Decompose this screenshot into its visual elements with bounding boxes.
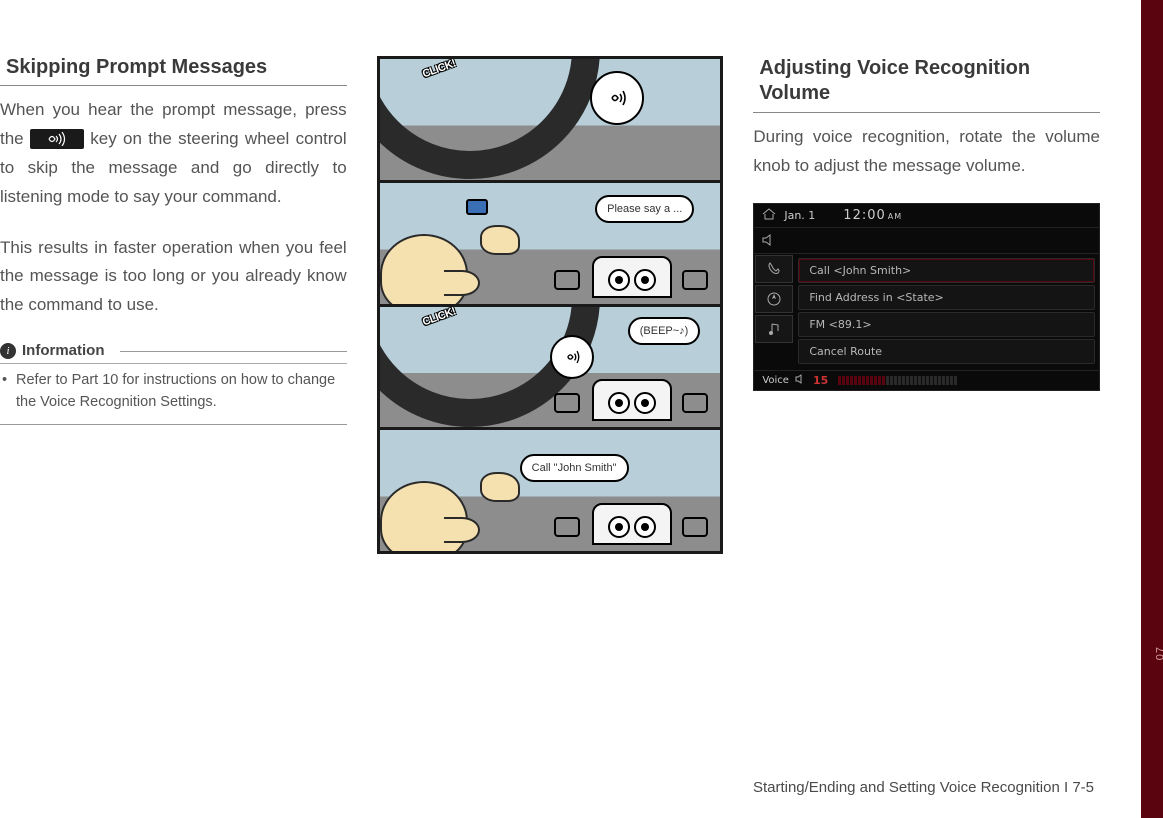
volume-number: 15 (813, 374, 828, 387)
comic-strip: CLICK! Please say a ... (377, 56, 724, 554)
chapter-side-tab: 07 (1141, 0, 1163, 818)
speech-bubble-2: Please say a ... (595, 195, 694, 223)
comic-panel-1: CLICK! (380, 59, 721, 183)
infotainment-screenshot: Jan. 1 12:00AM (753, 203, 1100, 391)
comic-panel-3: CLICK! (BEEP~♪) (380, 307, 721, 431)
infotainment-body: Call <John Smith> Find Address in <State… (754, 254, 1099, 370)
column-left: Skipping Prompt Messages When you hear t… (0, 56, 347, 554)
vent-icon (682, 393, 708, 413)
page-content: Skipping Prompt Messages When you hear t… (0, 0, 1140, 818)
home-icon (762, 208, 776, 223)
sidebar-btn-phone (755, 255, 793, 283)
sidebar-btn-nav (755, 285, 793, 313)
voice-key-icon (30, 129, 84, 149)
comic-panel-4: Call "John Smith" (380, 430, 721, 551)
section-heading-volume: Adjusting Voice Recognition Volume (753, 56, 1100, 113)
vent-icon (554, 517, 580, 537)
information-bullet: Refer to Part 10 for instructions on how… (0, 370, 347, 425)
information-header: i Information (0, 342, 347, 364)
infotainment-sidebar (754, 254, 794, 370)
infotainment-footer: Voice 15 (754, 370, 1099, 390)
command-row: FM <89.1> (798, 312, 1095, 337)
command-row: Call <John Smith> (798, 258, 1095, 283)
command-list: Call <John Smith> Find Address in <State… (794, 254, 1099, 370)
info-icon: i (0, 343, 16, 359)
vent-icon (682, 517, 708, 537)
chapter-number: 07 (1154, 646, 1163, 660)
information-title: Information (22, 342, 105, 359)
vent-icon (682, 270, 708, 290)
car-screen-icon (592, 256, 672, 298)
voice-recognition-icon (590, 71, 644, 125)
voice-recognition-icon (550, 335, 594, 379)
divider (120, 351, 347, 352)
information-block: i Information Refer to Part 10 for instr… (0, 342, 347, 425)
page-footer: Starting/Ending and Setting Voice Recogn… (753, 779, 1094, 796)
command-row: Cancel Route (798, 339, 1095, 364)
volume-bar (838, 376, 957, 385)
status-date: Jan. 1 (784, 209, 815, 222)
paragraph-volume: During voice recognition, rotate the vol… (753, 123, 1100, 181)
column-right: Adjusting Voice Recognition Volume Durin… (753, 56, 1100, 554)
steering-button-icon (466, 199, 488, 215)
driver-hand-icon (480, 225, 520, 255)
column-center: CLICK! Please say a ... (377, 56, 724, 554)
footer-voice-label: Voice (762, 375, 789, 386)
vent-icon (554, 393, 580, 413)
driver-face-icon (380, 234, 468, 307)
section-heading-skip: Skipping Prompt Messages (0, 56, 347, 86)
speech-bubble-3: (BEEP~♪) (628, 317, 701, 345)
status-time: 12:00AM (843, 208, 902, 223)
speaker-mute-icon (762, 231, 776, 250)
car-screen-icon (592, 503, 672, 545)
command-row: Find Address in <State> (798, 285, 1095, 310)
driver-hand-icon (480, 472, 520, 502)
speech-bubble-4: Call "John Smith" (520, 454, 629, 482)
driver-face-icon (380, 481, 468, 551)
paragraph-skip-1: When you hear the prompt message, press … (0, 96, 347, 212)
sidebar-btn-media (755, 315, 793, 343)
time-ampm: AM (888, 212, 902, 221)
comic-panel-2: Please say a ... (380, 183, 721, 307)
mute-row (754, 228, 1099, 254)
paragraph-skip-2: This results in faster operation when yo… (0, 234, 347, 321)
speaker-icon (795, 374, 807, 387)
infotainment-status-bar: Jan. 1 12:00AM (754, 204, 1099, 228)
steering-wheel-icon (380, 59, 600, 179)
time-value: 12:00 (843, 208, 885, 223)
car-screen-icon (592, 379, 672, 421)
vent-icon (554, 270, 580, 290)
